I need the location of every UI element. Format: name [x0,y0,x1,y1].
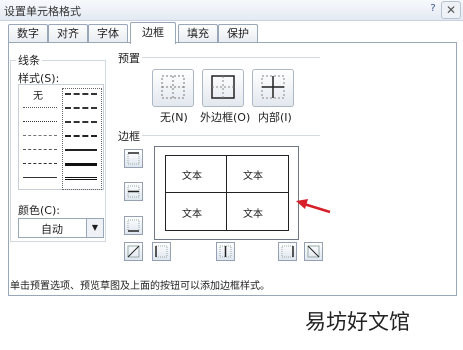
border-bottom-button[interactable] [124,216,143,235]
window-title: 设置单元格格式 [4,5,81,18]
preview-inner-vertical [226,155,227,231]
line-style-dash-dot-dot[interactable] [23,135,57,136]
border-inside-icon [261,75,285,99]
presets-divider [142,57,320,58]
border-right-button[interactable] [278,242,297,261]
border-section-title: 边框 [118,130,140,143]
preset-outline-label: 外边框(O) [200,111,251,124]
border-middle-vertical-icon [219,245,232,258]
border-top-button[interactable] [124,149,143,168]
border-middle-vertical-button[interactable] [216,242,235,261]
color-dropdown[interactable]: 自动 ▼ [18,218,104,238]
tab-alignment[interactable]: 对齐 [48,24,88,43]
presets-title: 预置 [118,52,140,65]
border-left-icon [155,245,168,258]
line-style-dash-dot[interactable] [23,149,57,150]
border-diagonal-up-icon [127,245,140,258]
preview-cell-text: 文本 [243,171,263,182]
hint-text: 单击预置选项、预览草图及上面的按钮可以添加边框样式。 [10,281,270,292]
border-preview[interactable]: 文本 文本 文本 文本 [154,146,299,240]
line-group-title: 线条 [16,52,42,68]
tab-fill[interactable]: 填充 [178,24,218,43]
help-button[interactable]: ? [425,1,441,17]
annotation-arrow-icon [296,199,331,214]
line-style-dotted[interactable] [23,121,57,122]
border-right-icon [281,245,294,258]
line-style-thin[interactable] [23,177,57,178]
preview-cell-text: 文本 [243,209,263,220]
border-none-icon [161,75,185,99]
line-style-none[interactable]: 无 [33,87,43,102]
watermark-text: 易坊好文馆 [305,310,410,334]
preview-cell-text: 文本 [182,209,202,220]
preset-none-label: 无(N) [160,111,188,124]
border-top-icon [127,152,140,165]
preset-inside-button[interactable] [252,69,294,107]
color-label: 颜色(C): [18,204,60,217]
border-diagonal-up-button[interactable] [124,242,143,261]
border-outline-icon [211,75,235,99]
preview-inner-horizontal [165,192,289,193]
chevron-down-icon[interactable]: ▼ [86,219,103,237]
border-divider [142,135,320,136]
border-middle-horizontal-icon [127,185,140,198]
line-style-dashed[interactable] [23,163,57,164]
line-style-hair[interactable] [23,107,57,108]
preset-none-button[interactable] [152,69,194,107]
preset-outline-button[interactable] [202,69,244,107]
preview-cell-text: 文本 [182,171,202,182]
color-value: 自动 [41,223,63,236]
preset-inside-label: 内部(I) [258,111,292,124]
line-style-selection [62,88,102,190]
tab-number[interactable]: 数字 [8,24,48,43]
tab-border[interactable]: 边框 [130,22,176,44]
border-bottom-icon [127,219,140,232]
border-left-button[interactable] [152,242,171,261]
close-button[interactable]: ✕ [441,1,461,19]
border-diagonal-down-icon [307,245,320,258]
title-bar: 设置单元格格式 ? ✕ [0,0,463,21]
border-middle-horizontal-button[interactable] [124,182,143,201]
tab-protection[interactable]: 保护 [218,24,258,43]
border-diagonal-down-button[interactable] [304,242,323,261]
tab-font[interactable]: 字体 [88,24,128,43]
